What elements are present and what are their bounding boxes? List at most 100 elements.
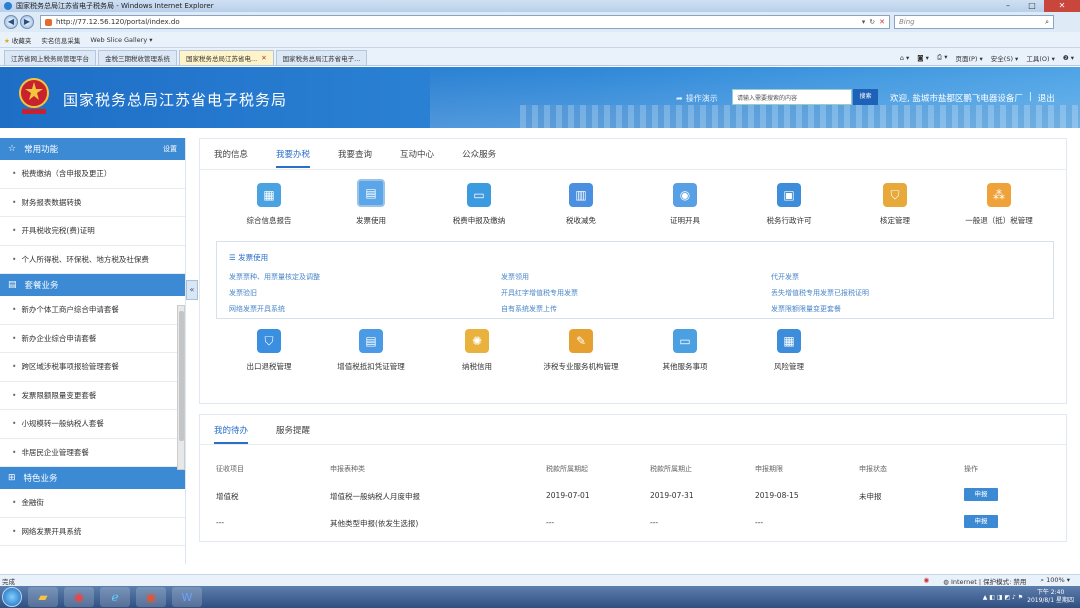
browser-tab[interactable]: 江苏省网上税务局管理平台 [4, 50, 96, 65]
browser-tab[interactable]: 国家税务总局江苏省电子... [275, 50, 368, 65]
service-export-refund[interactable]: ⛉ 出口退税管理 [214, 329, 324, 372]
service-tax-relief[interactable]: ▥ 税收减免 [526, 183, 636, 226]
service-invoice-use[interactable]: ▤ 发票使用 [316, 179, 426, 226]
tab-my-info[interactable]: 我的信息 [214, 148, 248, 160]
cell-tax-item: 增值税 [216, 492, 239, 501]
start-button[interactable] [2, 587, 22, 607]
sidebar-item[interactable]: 税费缴纳（含申报及更正） [0, 160, 185, 189]
sidebar-scrollbar[interactable] [177, 305, 185, 470]
service-permit[interactable]: ▣ 税务行政许可 [734, 183, 844, 226]
permit-icon: ▣ [777, 183, 801, 207]
collapse-sidebar-button[interactable]: « [186, 280, 198, 300]
help-menu[interactable]: ❷ ▾ [1063, 54, 1074, 62]
search-icon[interactable]: ⌕ [1045, 18, 1049, 27]
logout-link[interactable]: 退出 [1038, 92, 1055, 104]
address-text: http://77.12.56.120/portal/index.do [56, 18, 180, 26]
zoom-control[interactable]: ⌕ 100% ▾ [1040, 576, 1070, 586]
service-vat-deduction[interactable]: ▤ 增值税抵扣凭证管理 [316, 329, 426, 372]
word-taskbar-icon[interactable]: W [172, 587, 202, 607]
service-credit[interactable]: ✺ 纳税信用 [422, 329, 532, 372]
tab-interaction[interactable]: 互动中心 [400, 148, 434, 160]
invoice-link[interactable]: 代开发票 [771, 272, 799, 282]
service-other[interactable]: ▭ 其他服务事项 [630, 329, 740, 372]
sidebar-item[interactable]: 个人所得税、环保税、地方税及社保费 [0, 246, 185, 274]
tools-menu[interactable]: 工具(O) ▾ [1026, 53, 1055, 63]
close-button[interactable]: ✕ [1044, 0, 1080, 12]
sidebar-item[interactable]: 开具税收完税(费)证明 [0, 217, 185, 246]
invoice-link[interactable]: 开具红字增值税专用发票 [501, 288, 578, 298]
declare-button[interactable]: 申报 [964, 515, 998, 528]
home-icon[interactable]: ⌂ ▾ [900, 54, 909, 62]
invoice-link[interactable]: 发票验旧 [229, 288, 257, 298]
invoice-link[interactable]: 发票票种、用票量核定及调整 [229, 272, 320, 282]
sidebar-item[interactable]: 新办个体工商户综合申请套餐 [0, 296, 185, 325]
tab-public-service[interactable]: 公众服务 [462, 148, 496, 160]
sidebar-section-common[interactable]: ☆ 常用功能 设置 [0, 138, 185, 160]
sidebar-section-package[interactable]: ▤ 套餐业务 [0, 274, 185, 296]
op-demo-link[interactable]: ➦ 操作演示 [676, 93, 718, 104]
service-declare-pay[interactable]: ▭ 税费申报及缴纳 [424, 183, 534, 226]
invoice-link[interactable]: 网络发票开具系统 [229, 304, 285, 314]
browser-tab-active[interactable]: 国家税务总局江苏省电... ✕ [179, 50, 274, 65]
tab-query[interactable]: 我要查询 [338, 148, 372, 160]
invoice-link[interactable]: 发票领用 [501, 272, 529, 282]
tab-my-todo[interactable]: 我的待办 [214, 424, 249, 444]
service-agency[interactable]: ✎ 涉税专业服务机构管理 [526, 329, 636, 372]
security-zone[interactable]: ◍ Internet | 保护模式: 禁用 [943, 576, 1026, 586]
service-refund[interactable]: ⁂ 一般退（抵）税管理 [944, 183, 1054, 226]
service-certificate[interactable]: ◉ 证明开具 [630, 183, 740, 226]
service-risk[interactable]: ▦ 风险管理 [734, 329, 844, 372]
compat-icon[interactable]: ▾ [862, 18, 866, 26]
tools-icon: ✎ [569, 329, 593, 353]
todo-tabs: 我的待办 服务提醒 [200, 415, 1066, 445]
site-search-input[interactable]: 请输入需要搜索的内容 [732, 89, 852, 105]
sidebar-item[interactable]: 新办企业综合申请套餐 [0, 325, 185, 353]
tab-service-reminder[interactable]: 服务提醒 [276, 424, 310, 436]
sidebar-item[interactable]: 金融街 [0, 489, 185, 518]
chrome-taskbar-icon[interactable]: ◉ [64, 587, 94, 607]
sidebar-item[interactable]: 财务报表数据转换 [0, 189, 185, 217]
feeds-icon[interactable]: ◙ ▾ [917, 54, 929, 62]
sidebar-item[interactable]: 小规模转一般纳税人套餐 [0, 410, 185, 439]
address-bar[interactable]: http://77.12.56.120/portal/index.do ▾ ↻ … [40, 15, 890, 29]
minimize-button[interactable]: – [996, 0, 1020, 12]
invoice-link[interactable]: 发票限额限量变更套餐 [771, 304, 841, 314]
service-info-report[interactable]: ▦ 综合信息报告 [214, 183, 324, 226]
invoice-link[interactable]: 丢失增值税专用发票已报税证明 [771, 288, 869, 298]
browser-tab[interactable]: 金税三期税收管理系统 [98, 50, 177, 65]
ie-taskbar-icon[interactable]: ℯ [100, 587, 130, 607]
back-button[interactable]: ◀ [4, 15, 18, 29]
declare-button[interactable]: 申报 [964, 488, 998, 501]
sidebar-section-special[interactable]: ⊞ 特色业务 [0, 467, 185, 489]
windows-taskbar: ▰ ◉ ℯ ▣ W ▲ ◧ ◨ ◩ ♪ ⚑ 下午 2:40 2019/8/1 星… [0, 586, 1080, 608]
maximize-button[interactable]: □ [1020, 0, 1044, 12]
favorite-link[interactable]: Web Slice Gallery ▾ [90, 36, 152, 44]
sidebar-item[interactable]: 网络发票开具系统 [0, 518, 185, 546]
popup-icon[interactable]: ◉ [924, 576, 930, 586]
search-box[interactable]: Bing ⌕ [894, 15, 1054, 29]
invoice-link[interactable]: 自有系统发票上传 [501, 304, 557, 314]
favorite-link[interactable]: 实名信息采集 [41, 35, 80, 45]
safety-menu[interactable]: 安全(S) ▾ [991, 53, 1019, 63]
service-approval[interactable]: ⛉ 核定管理 [840, 183, 950, 226]
stop-icon[interactable]: ✕ [879, 18, 885, 26]
list-icon: ☰ [229, 253, 239, 262]
settings-link[interactable]: 设置 [163, 144, 177, 154]
explorer-taskbar-icon[interactable]: ▰ [28, 587, 58, 607]
sidebar-item[interactable]: 发票限额限量变更套餐 [0, 382, 185, 410]
column-header: 申报表种类 [330, 465, 365, 473]
tab-do-tax[interactable]: 我要办税 [276, 148, 311, 168]
site-search-button[interactable]: 搜索 [853, 89, 878, 105]
tray-icons[interactable]: ▲ ◧ ◨ ◩ ♪ ⚑ [983, 594, 1023, 601]
powerpoint-taskbar-icon[interactable]: ▣ [136, 587, 166, 607]
forward-button[interactable]: ▶ [20, 15, 34, 29]
sidebar-item[interactable]: 非居民企业管理套餐 [0, 439, 185, 467]
clock[interactable]: 下午 2:40 2019/8/1 星期四 [1027, 589, 1074, 605]
cell-form-type: 增值税一般纳税人月度申报 [330, 492, 420, 501]
favorites-button[interactable]: ★ 收藏夹 [4, 35, 31, 45]
refresh-icon[interactable]: ↻ [869, 18, 875, 26]
sidebar-item[interactable]: 跨区域涉税事项报验管理套餐 [0, 353, 185, 382]
close-tab-icon[interactable]: ✕ [261, 54, 266, 62]
print-icon[interactable]: ⎙ ▾ [937, 53, 948, 62]
page-menu[interactable]: 页面(P) ▾ [955, 53, 982, 63]
